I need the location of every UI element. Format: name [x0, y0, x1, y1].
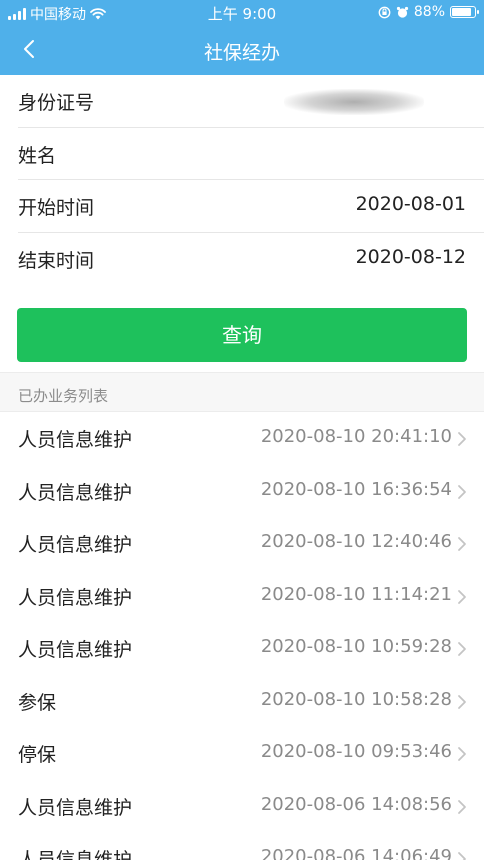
record-time: 2020-08-10 20:41:10	[260, 426, 452, 447]
navigation-bar: 社保经办	[0, 24, 484, 75]
list-item[interactable]: 人员信息维护 2020-08-10 20:41:10	[0, 412, 484, 465]
name-row[interactable]: 姓名	[18, 128, 484, 180]
id-number-row[interactable]: 身份证号	[18, 75, 484, 128]
record-type: 人员信息维护	[18, 429, 133, 451]
record-time: 2020-08-10 16:36:54	[260, 478, 452, 500]
alarm-icon	[396, 6, 408, 18]
record-type: 人员信息维护	[18, 639, 133, 661]
masked-id-value	[284, 89, 424, 115]
id-number-label: 身份证号	[18, 92, 95, 114]
status-right: 88%	[378, 4, 479, 20]
rotation-lock-icon	[378, 6, 391, 18]
end-date-row[interactable]: 结束时间 2020-08-12	[18, 233, 484, 286]
chevron-right-icon	[458, 852, 466, 860]
section-header: 已办业务列表	[0, 372, 484, 412]
chevron-right-icon	[458, 747, 466, 761]
list-item[interactable]: 人员信息维护 2020-08-06 14:06:49	[0, 832, 484, 860]
chevron-right-icon	[458, 694, 466, 709]
query-form: 身份证号 姓名 开始时间 2020-08-01 结束时间 2020-08-12	[0, 75, 484, 285]
record-type: 停保	[18, 744, 57, 766]
chevron-right-icon	[458, 484, 466, 499]
chevron-right-icon	[458, 432, 466, 446]
record-type: 人员信息维护	[18, 481, 133, 504]
list-item[interactable]: 停保 2020-08-10 09:53:46	[0, 727, 484, 780]
battery-level	[452, 8, 472, 16]
record-time: 2020-08-06 14:08:56	[260, 793, 452, 815]
chevron-right-icon	[458, 537, 466, 551]
battery-percent: 88%	[413, 4, 445, 20]
record-type: 人员信息维护	[18, 796, 133, 819]
record-type: 人员信息维护	[18, 534, 133, 556]
chevron-right-icon	[458, 799, 466, 814]
record-time: 2020-08-10 10:59:28	[260, 636, 452, 657]
page-title: 社保经办	[203, 42, 280, 64]
chevron-right-icon	[458, 589, 466, 604]
record-type: 参保	[18, 691, 57, 714]
battery-icon	[450, 6, 479, 18]
list-item[interactable]: 参保 2020-08-10 10:58:28	[0, 675, 484, 728]
end-date-value[interactable]: 2020-08-12	[356, 246, 466, 268]
query-button[interactable]: 查询	[17, 308, 467, 362]
start-date-value[interactable]: 2020-08-01	[356, 193, 466, 215]
list-item[interactable]: 人员信息维护 2020-08-10 11:14:21	[0, 570, 484, 623]
record-time: 2020-08-10 09:53:46	[260, 741, 452, 762]
app-header: 中国移动 上午 9:00 88% 社保经办	[0, 0, 484, 75]
status-bar: 中国移动 上午 9:00 88%	[0, 0, 484, 24]
list-item[interactable]: 人员信息维护 2020-08-10 10:59:28	[0, 622, 484, 675]
record-list: 人员信息维护 2020-08-10 20:41:10 人员信息维护 2020-08-1…	[0, 412, 484, 860]
list-item[interactable]: 人员信息维护 2020-08-06 14:08:56	[0, 780, 484, 833]
list-item[interactable]: 人员信息维护 2020-08-10 16:36:54	[0, 465, 484, 518]
record-time: 2020-08-10 10:58:28	[260, 688, 452, 710]
record-time: 2020-08-10 12:40:46	[260, 531, 452, 552]
record-type: 人员信息维护	[18, 586, 133, 609]
section-label: 已办业务列表	[18, 387, 109, 405]
chevron-right-icon	[458, 642, 466, 656]
record-time: 2020-08-06 14:06:49	[260, 846, 452, 860]
record-type: 人员信息维护	[18, 849, 133, 860]
end-date-label: 结束时间	[18, 249, 95, 272]
name-label: 姓名	[18, 144, 57, 167]
start-date-row[interactable]: 开始时间 2020-08-01	[18, 180, 484, 233]
start-date-label: 开始时间	[18, 197, 95, 219]
record-time: 2020-08-10 11:14:21	[260, 583, 452, 605]
list-item[interactable]: 人员信息维护 2020-08-10 12:40:46	[0, 517, 484, 570]
